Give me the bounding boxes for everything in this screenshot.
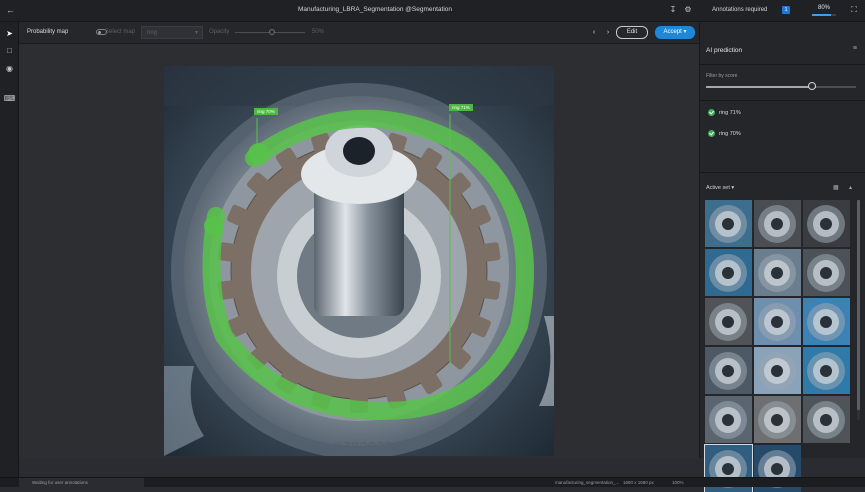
fit-screen-icon[interactable]: ⛶ [849, 5, 859, 15]
chevron-down-icon: ▾ [194, 30, 198, 36]
thumbnail-gear-svg [754, 249, 801, 296]
image-thumbnail[interactable] [705, 249, 752, 296]
image-thumbnail[interactable] [754, 298, 801, 345]
edit-button[interactable]: Edit [616, 26, 648, 39]
status-resolution: 1680 x 1680 px [623, 480, 654, 485]
accept-button[interactable]: Accept ▾ [655, 26, 695, 39]
score-filter-slider-rest [816, 86, 856, 88]
image-thumbnail[interactable] [705, 200, 752, 247]
accept-label: Accept [663, 29, 682, 35]
score-filter-handle[interactable] [808, 82, 816, 90]
gear-image[interactable]: KZ0202R ring 70% ring 71% [164, 66, 554, 456]
thumbnail-gear-svg [803, 347, 850, 394]
image-thumbnail[interactable] [803, 200, 850, 247]
status-zoom: 100% [672, 480, 684, 485]
probability-map-label: Probability map [27, 29, 69, 35]
panel-menu-icon[interactable]: ≡ [853, 45, 857, 52]
divider [700, 64, 865, 65]
ai-prediction-title: AI prediction [706, 47, 743, 54]
gear-tooth [478, 242, 501, 263]
svg-text:KZ0202R: KZ0202R [334, 440, 393, 456]
image-thumbnail[interactable] [754, 396, 801, 443]
keyboard-icon[interactable]: ⌨ [3, 92, 16, 105]
annotation-label[interactable]: ring 71% [449, 104, 473, 111]
thumbnail-gear-svg [803, 249, 850, 296]
thumbnail-scrollbar[interactable] [857, 200, 860, 410]
select-map-value: ring [147, 30, 158, 36]
opacity-label: Opacity [209, 29, 230, 35]
image-thumbnail[interactable] [803, 347, 850, 394]
project-title: Manufacturing_LBRA_Segmentation @Segment… [297, 6, 453, 13]
select-map-label: Select map [105, 29, 136, 35]
collapse-up-icon[interactable]: ▴ [849, 184, 852, 191]
previous-image-icon[interactable]: ‹ [589, 27, 599, 38]
status-file-name: manufacturing_segmentation_... [555, 480, 620, 485]
chevron-down-icon: ▾ [731, 185, 735, 191]
top-bar: ← Manufacturing_LBRA_Segmentation @Segme… [0, 0, 865, 22]
gear-photo-svg: KZ0202R [164, 66, 554, 456]
status-bar: Waiting for user annotations manufacturi… [0, 477, 865, 488]
thumbnail-gear-svg [705, 200, 752, 247]
image-thumbnail[interactable] [803, 396, 850, 443]
divider [700, 100, 865, 101]
check-circle-icon [708, 130, 715, 137]
active-set-dropdown[interactable]: Active set ▾ [706, 185, 734, 191]
image-thumbnail[interactable] [754, 347, 801, 394]
back-arrow-icon[interactable]: ← [6, 5, 16, 15]
opacity-value: 50% [312, 29, 325, 35]
check-circle-icon [708, 109, 715, 116]
filter-by-score-label: Filter by score [706, 73, 738, 79]
next-image-icon[interactable]: › [603, 27, 613, 38]
right-panel: AI prediction ≡ Filter by score ring 71%… [699, 22, 865, 492]
thumbnail-gear-svg [705, 347, 752, 394]
image-thumbnail[interactable] [803, 249, 850, 296]
filter-icon[interactable]: ▦ [833, 184, 839, 191]
thumbnail-gear-svg [705, 249, 752, 296]
image-thumbnail[interactable] [705, 298, 752, 345]
thumbnail-gear-svg [803, 298, 850, 345]
thumbnail-gear-svg [754, 347, 801, 394]
image-thumbnail[interactable] [705, 347, 752, 394]
prediction-label: ring 71% [719, 109, 741, 116]
thumbnail-gear-svg [754, 396, 801, 443]
thumbnail-gear-svg [705, 396, 752, 443]
image-canvas[interactable]: KZ0202R ring 70% ring 71% [19, 44, 699, 458]
left-toolbar: ➤ □ ◉ ⌨ [0, 22, 19, 487]
image-thumbnail[interactable] [754, 200, 801, 247]
active-set-label: Active set [706, 185, 730, 191]
image-thumbnail[interactable] [705, 396, 752, 443]
thumbnail-gear-svg [754, 200, 801, 247]
gear-tooth [478, 279, 501, 300]
score-filter-slider[interactable] [706, 86, 816, 88]
settings-gear-icon[interactable]: ⚙ [683, 5, 693, 15]
annotations-required-badge: 1 [782, 6, 790, 14]
thumbnail-gear-svg [803, 200, 850, 247]
canvas-toolbar: Probability map Select map ring ▾ Opacit… [19, 22, 699, 44]
image-thumbnail[interactable] [803, 298, 850, 345]
prediction-item[interactable]: ring 70% [708, 130, 741, 137]
chevron-down-icon: ▾ [683, 29, 687, 35]
thumbnail-gear-svg [803, 396, 850, 443]
select-map-dropdown[interactable]: ring ▾ [141, 26, 203, 39]
annotations-required-label: Annotations required [712, 7, 768, 13]
pointer-tool-icon[interactable]: ➤ [3, 27, 16, 40]
thumbnail-gear-svg [754, 298, 801, 345]
annotation-label[interactable]: ring 70% [254, 108, 278, 115]
progress-bar-fill [812, 14, 832, 16]
status-working-text: Waiting for user annotations [32, 480, 88, 485]
prediction-label: ring 70% [719, 130, 741, 137]
prediction-item[interactable]: ring 71% [708, 109, 741, 116]
divider [700, 172, 865, 173]
download-icon[interactable]: ↧ [668, 5, 678, 15]
progress-percent: 80% [817, 5, 830, 11]
bounding-box-tool-icon[interactable]: □ [3, 44, 16, 57]
thumbnail-gear-svg [705, 298, 752, 345]
opacity-slider-handle[interactable] [269, 29, 275, 35]
progress-bar [812, 14, 836, 16]
visibility-eye-icon[interactable]: ◉ [3, 62, 16, 75]
image-thumbnail[interactable] [754, 249, 801, 296]
